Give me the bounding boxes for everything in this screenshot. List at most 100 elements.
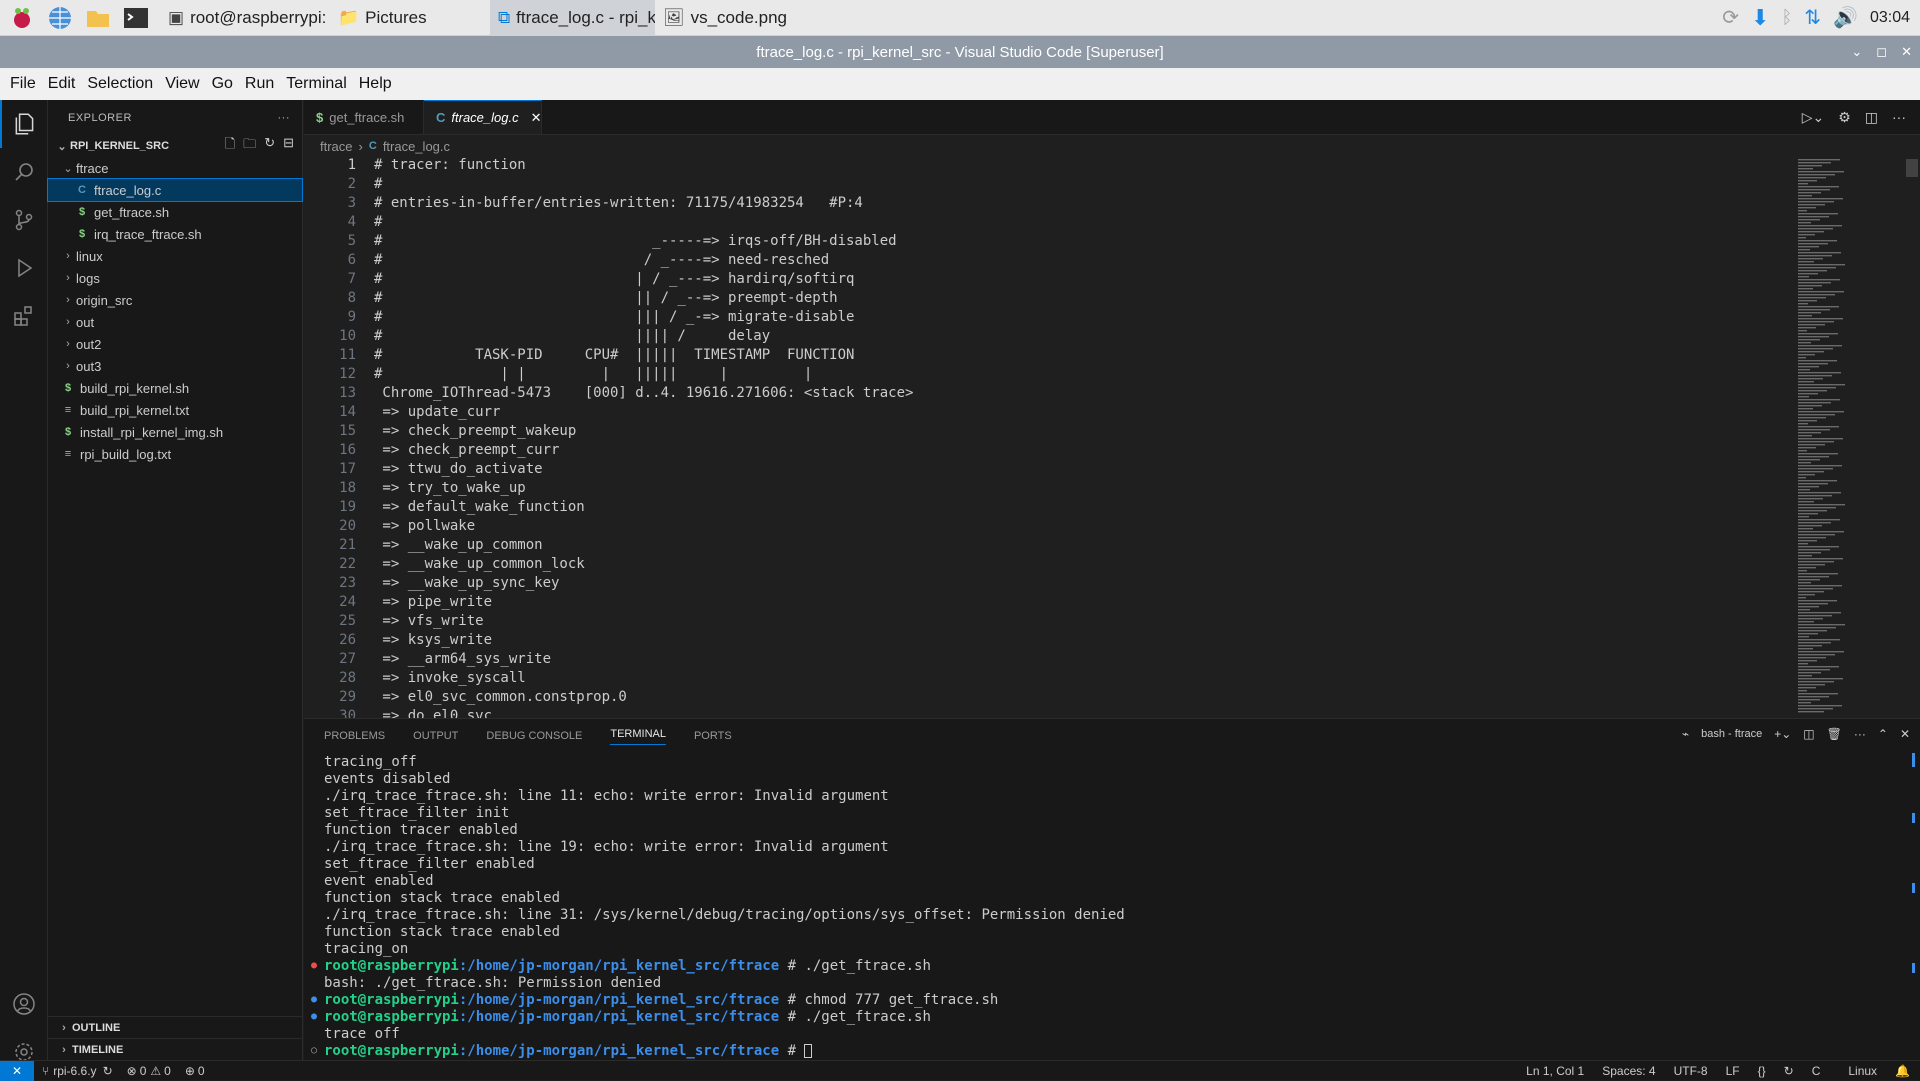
download-icon[interactable]: ⬇: [1751, 5, 1769, 31]
close-tab-icon[interactable]: ✕: [531, 110, 542, 126]
taskbar-task[interactable]: 🖼 vs_code.png: [655, 0, 805, 36]
cursor-position[interactable]: Ln 1, Col 1: [1526, 1064, 1584, 1078]
new-folder-icon[interactable]: 🗀: [243, 135, 256, 157]
timeline-section[interactable]: › TIMELINE: [48, 1038, 303, 1060]
code-editor[interactable]: 1 # tracer: function 2 #3 # entries-in-buffe…: [304, 157, 1794, 718]
update-icon[interactable]: ⟳: [1722, 5, 1739, 30]
file-manager-icon[interactable]: [82, 2, 114, 34]
tree-item[interactable]: › out3: [48, 355, 302, 377]
warning-count[interactable]: 0: [164, 1064, 171, 1078]
workspace-root[interactable]: ⌄ RPI_KERNEL_SRC 🗋 🗀 ↻ ⊟: [48, 135, 302, 157]
split-terminal-icon[interactable]: ◫: [1803, 727, 1814, 741]
close-panel-icon[interactable]: ✕: [1900, 727, 1910, 741]
command-decoration-icon[interactable]: ●: [311, 960, 317, 971]
braces-icon[interactable]: {}: [1758, 1064, 1766, 1078]
command-decoration-icon[interactable]: ●: [311, 1011, 317, 1022]
maximize-panel-icon[interactable]: ⌃: [1878, 727, 1888, 741]
error-count[interactable]: 0: [140, 1064, 147, 1078]
bluetooth-icon[interactable]: ᛒ: [1781, 7, 1792, 28]
panel-tab-output[interactable]: OUTPUT: [413, 730, 458, 742]
editor-scrollbar[interactable]: [1906, 157, 1920, 718]
menu-go[interactable]: Go: [206, 75, 239, 93]
search-icon[interactable]: [0, 148, 48, 196]
tree-item[interactable]: › out2: [48, 333, 302, 355]
tree-item[interactable]: › out: [48, 311, 302, 333]
tree-item[interactable]: › linux: [48, 245, 302, 267]
maximize-icon[interactable]: ◻: [1876, 44, 1887, 60]
source-control-icon[interactable]: [0, 196, 48, 244]
more-actions-icon[interactable]: ···: [278, 112, 291, 124]
tree-item[interactable]: › logs: [48, 267, 302, 289]
platform[interactable]: Linux: [1848, 1064, 1877, 1078]
taskbar-task[interactable]: ⧉ftrace_log.c - rpi_kern...: [490, 0, 655, 36]
menu-selection[interactable]: Selection: [81, 75, 159, 93]
editor-tab[interactable]: $ get_ftrace.sh: [304, 100, 424, 134]
end-of-line[interactable]: LF: [1726, 1064, 1740, 1078]
tree-item[interactable]: ⌄ ftrace: [48, 157, 302, 179]
refresh-icon[interactable]: ↻: [264, 135, 275, 157]
raspberry-menu-icon[interactable]: [6, 2, 38, 34]
breadcrumb-folder[interactable]: ftrace: [320, 139, 353, 154]
tree-item[interactable]: $ get_ftrace.sh: [48, 201, 302, 223]
tree-item[interactable]: Cftrace_log.c: [47, 178, 303, 202]
explorer-icon[interactable]: [0, 100, 48, 148]
tree-item[interactable]: $ irq_trace_ftrace.sh: [48, 223, 302, 245]
terminal-name[interactable]: bash - ftrace: [1701, 728, 1762, 740]
new-file-icon[interactable]: 🗋: [225, 135, 235, 157]
code-text: => check_preempt_wakeup: [374, 423, 577, 439]
tree-item-label: linux: [76, 248, 103, 264]
editor-tab[interactable]: Cftrace_log.c ✕: [424, 100, 542, 134]
tree-item[interactable]: $ build_rpi_kernel.sh: [48, 377, 302, 399]
tree-item[interactable]: ≡ rpi_build_log.txt: [48, 443, 302, 465]
panel-tab-ports[interactable]: PORTS: [694, 730, 732, 742]
language-mode[interactable]: C: [1812, 1064, 1821, 1078]
network-icon[interactable]: ⇅: [1804, 5, 1821, 30]
minimap[interactable]: [1794, 157, 1904, 718]
terminal-output[interactable]: tracing_off events disabled ./irq_trace_ft…: [304, 753, 1904, 1061]
panel-more-icon[interactable]: ···: [1854, 727, 1866, 741]
terminal-launcher-icon[interactable]: [120, 2, 152, 34]
kill-terminal-icon[interactable]: 🗑: [1827, 727, 1842, 741]
indentation[interactable]: Spaces: 4: [1602, 1064, 1655, 1078]
breadcrumb-file[interactable]: ftrace_log.c: [383, 139, 450, 154]
sync-status-icon[interactable]: ↻: [1784, 1064, 1794, 1078]
menu-terminal[interactable]: Terminal: [280, 75, 352, 93]
branch-name[interactable]: rpi-6.6.y: [53, 1064, 96, 1078]
settings-icon[interactable]: ⚙: [1838, 109, 1851, 126]
close-window-icon[interactable]: ✕: [1901, 44, 1912, 60]
remote-icon[interactable]: ✕: [0, 1060, 34, 1081]
sync-icon[interactable]: ↻: [103, 1064, 113, 1078]
account-icon[interactable]: [0, 980, 48, 1028]
menu-run[interactable]: Run: [239, 75, 280, 93]
clock[interactable]: 03:04: [1870, 9, 1910, 27]
collapse-all-icon[interactable]: ⊟: [283, 135, 294, 157]
menu-edit[interactable]: Edit: [42, 75, 82, 93]
split-editor-icon[interactable]: ◫: [1865, 109, 1878, 126]
new-terminal-icon[interactable]: +⌄: [1774, 727, 1791, 741]
volume-icon[interactable]: 🔊: [1833, 5, 1858, 30]
extensions-icon[interactable]: [0, 292, 48, 340]
ports-count[interactable]: 0: [198, 1064, 205, 1078]
menu-view[interactable]: View: [159, 75, 205, 93]
menu-file[interactable]: File: [4, 75, 42, 93]
run-code-icon[interactable]: ▷⌄: [1802, 109, 1825, 126]
command-decoration-icon[interactable]: ○: [311, 1045, 317, 1056]
editor-more-icon[interactable]: ···: [1892, 109, 1906, 125]
outline-section[interactable]: › OUTLINE: [48, 1016, 303, 1038]
taskbar-task[interactable]: 📁 Pictures: [330, 0, 490, 36]
tree-item[interactable]: $ install_rpi_kernel_img.sh: [48, 421, 302, 443]
notifications-icon[interactable]: 🔔: [1895, 1064, 1910, 1078]
panel-tab-debug-console[interactable]: DEBUG CONSOLE: [486, 730, 582, 742]
encoding[interactable]: UTF-8: [1674, 1064, 1708, 1078]
terminal-scrollbar[interactable]: [1912, 753, 1918, 1053]
run-debug-icon[interactable]: [0, 244, 48, 292]
minimize-icon[interactable]: ⌄: [1851, 44, 1862, 60]
taskbar-task[interactable]: ▣root@raspberrypi: /h...: [160, 0, 330, 36]
tree-item[interactable]: › origin_src: [48, 289, 302, 311]
panel-tab-terminal[interactable]: TERMINAL: [610, 728, 666, 745]
tree-item[interactable]: ≡ build_rpi_kernel.txt: [48, 399, 302, 421]
menu-help[interactable]: Help: [353, 75, 398, 93]
panel-tab-problems[interactable]: PROBLEMS: [324, 730, 385, 742]
command-decoration-icon[interactable]: ●: [311, 994, 317, 1005]
browser-icon[interactable]: [44, 2, 76, 34]
